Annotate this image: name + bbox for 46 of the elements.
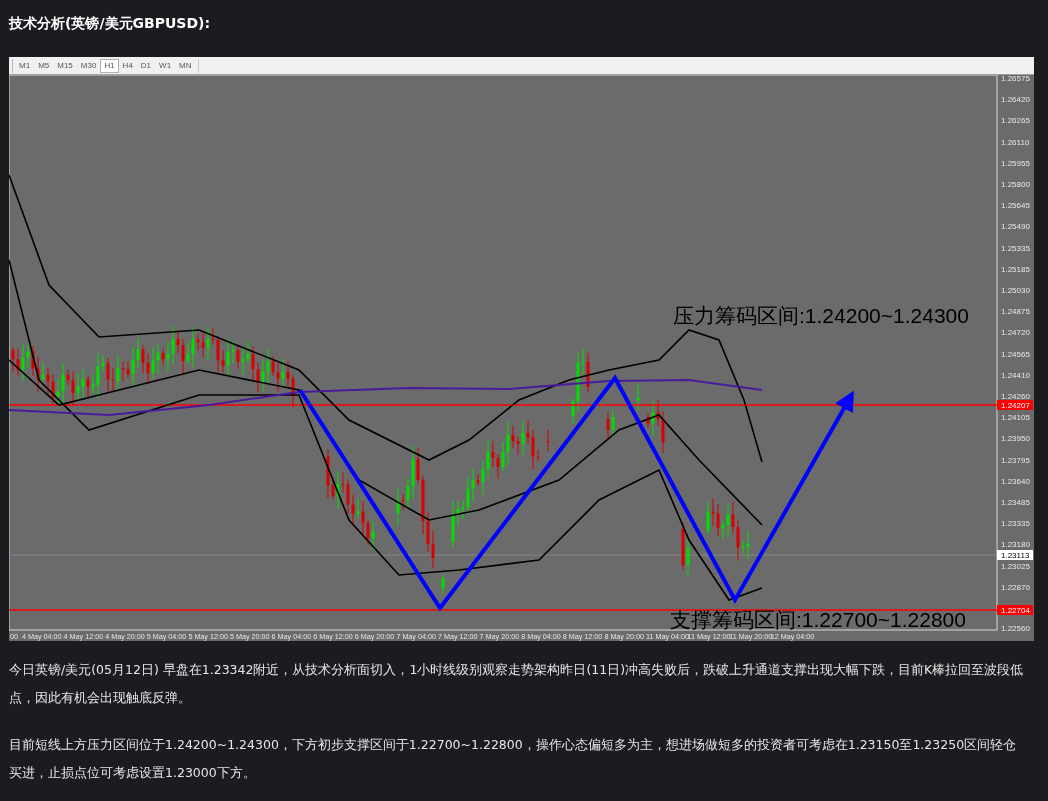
axis-label: 1.25030 <box>1001 286 1030 295</box>
axis-label: 1.25955 <box>1001 158 1030 168</box>
timeframe-button[interactable]: H1 <box>100 58 119 73</box>
axis-label: 1.26420 <box>1001 95 1030 105</box>
timeframe-button[interactable]: W1 <box>155 58 176 73</box>
analysis-paragraph: 今日英镑/美元(05月12日) 早盘在1.23342附近，从技术分析面切入，1小时线级别观察走势架构昨日(11日)冲高失败后，跌破上升通道支撑出现大幅下跌，目前K棒拉回至波段低点，因此有机会出现触底反弹。 <box>9 661 1025 707</box>
axis-label: 1.25645 <box>1001 201 1030 211</box>
analysis-paragraph: 目前短线上方压力区间位于1.24200~1.24300，下方初步支撑区间于1.22700~1.22800，操作心态偏短多为主，想进场做短多的投资者可考虑在1.23150至1.23250区间轻仓买进，止损点位可考虑设置1.23000下方。 <box>9 736 1018 782</box>
candlestick <box>636 383 640 411</box>
axis-label: 1.25335 <box>1001 243 1030 253</box>
timeframe-button[interactable]: H4 <box>118 58 137 73</box>
timeframe-button[interactable]: D1 <box>136 58 156 73</box>
axis-label: 1.26110 <box>1001 137 1030 147</box>
axis-label: 1.23335 <box>1001 519 1030 529</box>
axis-label: 1.25490 <box>1001 222 1030 232</box>
axis-label: 1.25185 <box>1001 264 1030 274</box>
timeframe-button[interactable]: M15 <box>53 58 77 73</box>
axis-label: 1.24260 <box>1001 392 1030 401</box>
axis-label: 1.23025 <box>1001 561 1030 571</box>
axis-label: 1.23180 <box>1001 540 1030 550</box>
timeframe-button[interactable]: M5 <box>34 58 54 73</box>
price-tag: 1.24207 <box>997 400 1033 410</box>
price-tag: 1.22704 <box>997 605 1033 615</box>
axis-label: 1.24565 <box>1001 349 1030 359</box>
timeframe-button[interactable]: M30 <box>76 58 101 73</box>
timeframe-button[interactable]: M1 <box>15 58 35 73</box>
axis-label: 1.23950 <box>1001 434 1030 444</box>
axis-label: 1.26575 <box>1001 75 1030 83</box>
axis-label: 1.23640 <box>1001 476 1030 486</box>
axis-label: 1.22560 <box>1001 624 1030 633</box>
chart-annotation: 支撑筹码区间:1.22700~1.22800 <box>670 608 966 631</box>
candlestick <box>546 428 550 453</box>
axis-label: 1.24875 <box>1001 307 1030 317</box>
candlestick <box>441 573 445 594</box>
axis-label: 1.26265 <box>1001 116 1030 126</box>
axis-label: 1.23485 <box>1001 498 1030 507</box>
axis-label: 1.22870 <box>1001 582 1030 592</box>
axis-label: 1.24105 <box>1001 413 1030 423</box>
axis-label: 1.24410 <box>1001 370 1030 380</box>
timeframe-button[interactable]: MN <box>175 58 196 73</box>
axis-label: 1.25800 <box>1001 180 1030 189</box>
section-title: 技术分析(英镑/美元GBPUSD): <box>9 14 211 33</box>
axis-label: 1.23795 <box>1001 455 1030 465</box>
chart-annotation: 压力筹码区间:1.24200~1.24300 <box>673 304 969 327</box>
current-price-tag: 1.23113 <box>997 550 1033 560</box>
axis-label: 1.24720 <box>1001 328 1030 338</box>
